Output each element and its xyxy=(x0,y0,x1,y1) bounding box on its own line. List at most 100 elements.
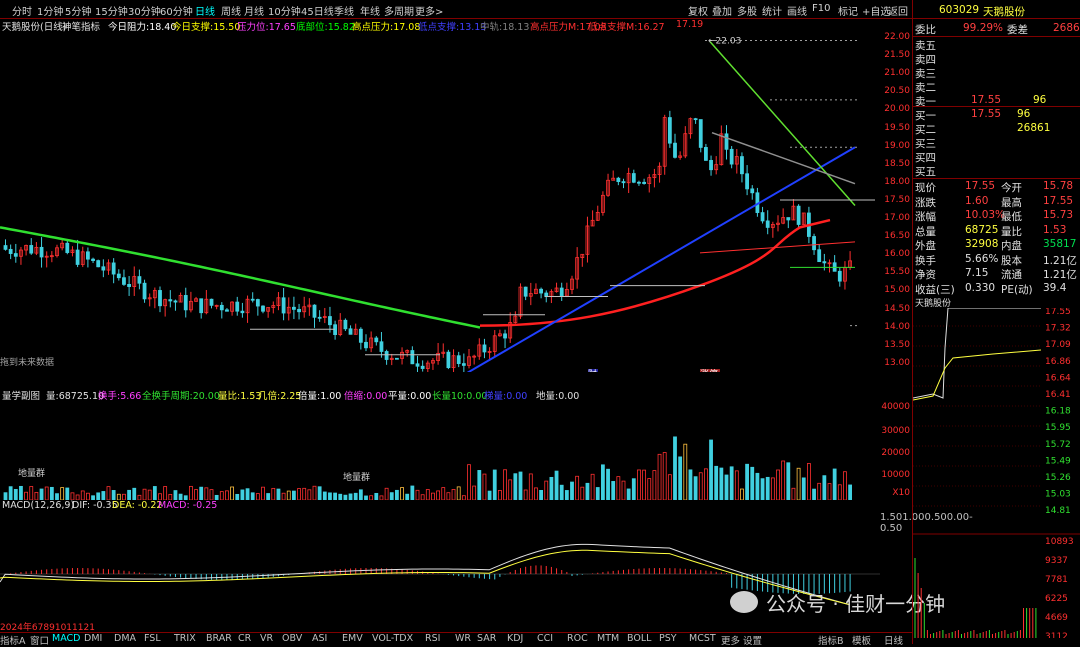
indicator-tab-13[interactable]: VOL-TDX xyxy=(372,633,413,644)
indicator-tab-6[interactable]: TRIX xyxy=(174,633,196,644)
mini-price-tick: 15.49 xyxy=(1045,456,1071,466)
indicator-tab-7[interactable]: BRAR xyxy=(206,633,232,644)
buy-row: 买五 xyxy=(913,164,1080,178)
price-tick: 21.50 xyxy=(884,50,910,61)
indicator-tab-10[interactable]: OBV xyxy=(282,633,302,644)
indicator-tab-2[interactable]: MACD xyxy=(52,633,80,644)
stat-value: 17.55 xyxy=(1043,194,1074,207)
daily-tab[interactable]: 日线 xyxy=(884,633,903,647)
indicator-tab-15[interactable]: WR xyxy=(455,633,471,644)
period-tab-2[interactable]: 5分钟 xyxy=(65,3,91,18)
indicator-tab-14[interactable]: RSI xyxy=(425,633,440,644)
price-tick: 17.00 xyxy=(884,213,910,223)
toolbar-button-7[interactable]: +自选 xyxy=(862,3,890,18)
stock-header: 603029 天鹅股份 xyxy=(913,4,1080,18)
buy-label: 买四 xyxy=(915,152,936,164)
toolbar-button-0[interactable]: 复权 xyxy=(688,3,708,18)
price-tick: 14.00 xyxy=(884,321,910,332)
stat-value: 68725 xyxy=(965,223,999,236)
indicator-tab-4[interactable]: DMA xyxy=(114,633,136,644)
sell-label: 卖三 xyxy=(915,68,936,80)
toolbar-button-4[interactable]: 画线 xyxy=(787,3,807,18)
indicator-tabs: 指标A 窗口 MACD DMI DMA FSL TRIX BRAR CR VR OBV ASI EMV V… xyxy=(0,632,912,647)
price-tick: 13.50 xyxy=(884,339,910,350)
period-tab-3[interactable]: 15分钟 xyxy=(95,3,128,18)
buy-label: 买三 xyxy=(915,138,936,150)
stat-label: 量比 xyxy=(1001,225,1022,238)
buy-label: 买二 xyxy=(915,124,936,136)
macd-value: MACD: -0.25 xyxy=(158,500,218,511)
indicator-tab-21[interactable]: BOLL xyxy=(627,633,651,644)
period-tab-14[interactable]: 更多> xyxy=(415,3,443,18)
indicator-tab-5[interactable]: FSL xyxy=(144,633,161,644)
mini-price-tick: 15.95 xyxy=(1045,423,1071,433)
stat-label: 总量 xyxy=(915,225,936,238)
indicator-tab-20[interactable]: MTM xyxy=(597,633,619,644)
macd-title: MACD(12,26,9) xyxy=(2,500,75,511)
indicator-tab-25[interactable]: 设置 xyxy=(743,633,762,647)
toolbar-button-6[interactable]: 标记 xyxy=(838,3,858,18)
indicator-tab-11[interactable]: ASI xyxy=(312,633,327,644)
stat-value: 35817 xyxy=(1043,238,1077,250)
indicator-tab-8[interactable]: CR xyxy=(238,633,251,644)
buy-label: 买一 xyxy=(915,110,936,122)
price-tick: 15.50 xyxy=(884,267,910,278)
stat-label: 换手 xyxy=(915,254,936,267)
period-tab-0[interactable]: 分时 xyxy=(12,3,32,18)
indicator-tab-16[interactable]: SAR xyxy=(477,633,496,644)
period-tab-9[interactable]: 10分钟 xyxy=(268,3,301,18)
mini-volume-tick: 3112 xyxy=(1045,632,1068,638)
toolbar-button-5[interactable]: F10 xyxy=(812,3,830,14)
price-tick: 18.50 xyxy=(884,158,910,169)
indicator-tab-24[interactable]: 更多 xyxy=(721,633,740,647)
period-tab-7[interactable]: 周线 xyxy=(221,3,241,18)
intraday-mini-chart[interactable]: 17.55 17.32 17.09 16.86 16.64 16.41 16.18 15.95… xyxy=(913,308,1080,638)
indicator-tab-1[interactable]: 窗口 xyxy=(30,633,49,647)
indicator-tab-23[interactable]: MCST xyxy=(689,633,716,644)
stat-value: 32908 xyxy=(965,238,999,250)
period-tab-6[interactable]: 日线 xyxy=(195,3,215,18)
indicator-tab-19[interactable]: ROC xyxy=(567,633,588,644)
stat-label: 收益(三) xyxy=(915,283,955,296)
period-tab-12[interactable]: 年线 xyxy=(360,3,380,18)
toolbar-button-3[interactable]: 统计 xyxy=(762,3,782,18)
stat-value: 39.4 xyxy=(1043,281,1067,294)
template-tab[interactable]: 模板 xyxy=(852,633,871,647)
indicator-name[interactable]: 神笔指标 xyxy=(62,19,100,33)
period-tab-4[interactable]: 30分钟 xyxy=(128,3,161,18)
indicator-tab-17[interactable]: KDJ xyxy=(507,633,523,644)
volume-tick: 30000 xyxy=(881,426,910,436)
main-candlestick-chart[interactable]: ←22.03←12.66拖到未来数据财涨停 xyxy=(0,32,880,372)
period-tab-13[interactable]: 多周期 xyxy=(384,3,414,18)
price-tick: 17.50 xyxy=(884,194,910,205)
toolbar-button-2[interactable]: 多股 xyxy=(737,3,757,18)
date-axis: 2024年67891011121 xyxy=(0,620,880,633)
stat-label: 现价 xyxy=(915,182,936,194)
order-ratio-value: 99.29% xyxy=(963,22,1004,34)
indicator-title-bar: 天鹅股份(日线) 神笔指标 今日阻力:18.40 今日支撑:15.50 压力位:17… xyxy=(0,18,912,33)
indicator-tab-3[interactable]: DMI xyxy=(84,633,102,644)
quote-panel: 603029天鹅股份委比99.29%委差26861卖五卖四卖三卖二卖一17.55… xyxy=(912,0,1080,644)
ground-volume-label-1: 地量群 xyxy=(18,467,45,479)
indicator-tab-0[interactable]: 指标A xyxy=(0,633,26,647)
stat-value: 5.66% xyxy=(965,252,999,265)
period-tab-10[interactable]: 45日线 xyxy=(301,3,334,18)
volume-chart[interactable]: 地量群 地量群 xyxy=(0,400,880,500)
future-data-hint: 拖到未来数据 xyxy=(0,356,54,368)
period-tab-11[interactable]: 季线 xyxy=(334,3,354,18)
indicator-tab-9[interactable]: VR xyxy=(260,633,273,644)
toolbar-button-8[interactable]: 返回 xyxy=(888,3,908,18)
macd-dea: DEA: -0.22 xyxy=(112,500,163,511)
indicator-tab-12[interactable]: EMV xyxy=(342,633,363,644)
buy-row: 买二 26861 xyxy=(913,122,1080,136)
indicator-b-tab[interactable]: 指标B xyxy=(818,633,844,647)
period-tab-8[interactable]: 月线 xyxy=(244,3,264,18)
period-tab-1[interactable]: 1分钟 xyxy=(37,3,63,18)
indicator-tab-18[interactable]: CCI xyxy=(537,633,553,644)
period-tab-5[interactable]: 60分钟 xyxy=(160,3,193,18)
toolbar-button-1[interactable]: 叠加 xyxy=(712,3,732,18)
indicator-tab-22[interactable]: PSY xyxy=(659,633,677,644)
sell-row: 卖五 xyxy=(913,38,1080,52)
price-tick: 22.00 xyxy=(884,32,910,42)
sell-label: 卖四 xyxy=(915,54,936,66)
